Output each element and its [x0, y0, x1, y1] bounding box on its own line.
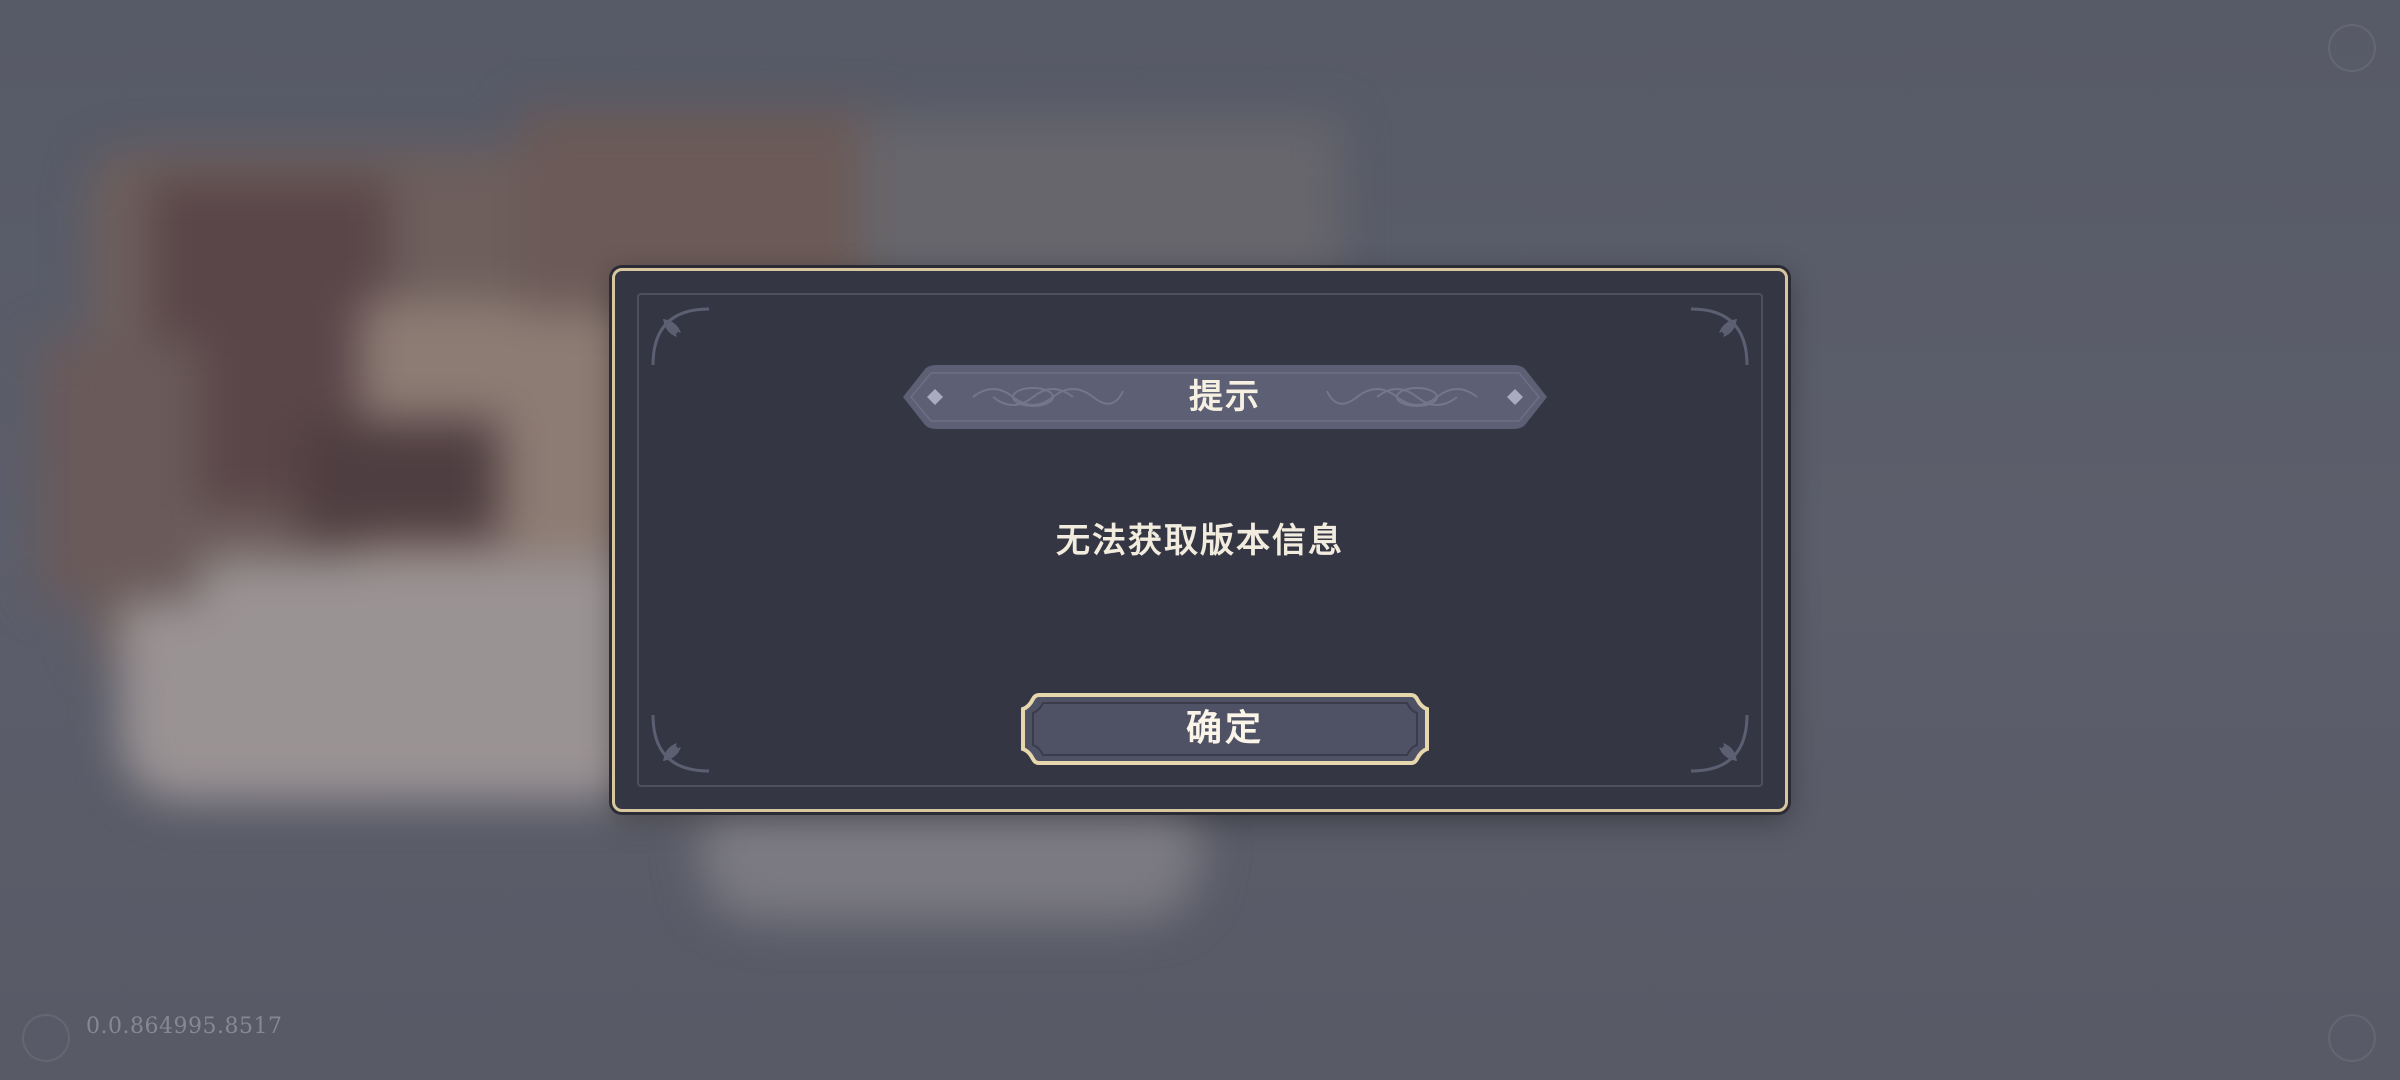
- corner-ornament-icon: [1690, 307, 1749, 366]
- top-right-corner-button[interactable]: [2328, 24, 2376, 72]
- dialog-message: 无法获取版本信息: [1056, 521, 1344, 561]
- game-screen: 0.0.864995.8517 提示 无法获取版本信息 确定: [0, 0, 2400, 1080]
- confirm-button-label: 确定: [1185, 707, 1264, 749]
- corner-ornament-icon: [651, 307, 710, 366]
- bottom-left-corner-button[interactable]: [22, 1014, 70, 1062]
- corner-ornament-icon: [1690, 714, 1749, 773]
- bottom-right-corner-button[interactable]: [2328, 1014, 2376, 1062]
- dialog-inner-frame: 提示 无法获取版本信息 确定: [637, 293, 1763, 787]
- confirm-button[interactable]: 确定: [1019, 691, 1431, 767]
- version-label: 0.0.864995.8517: [86, 1014, 283, 1039]
- alert-dialog: 提示 无法获取版本信息 确定: [612, 268, 1788, 812]
- dialog-title-banner: 提示: [903, 365, 1547, 429]
- corner-ornament-icon: [651, 714, 710, 773]
- dialog-title: 提示: [1189, 377, 1261, 417]
